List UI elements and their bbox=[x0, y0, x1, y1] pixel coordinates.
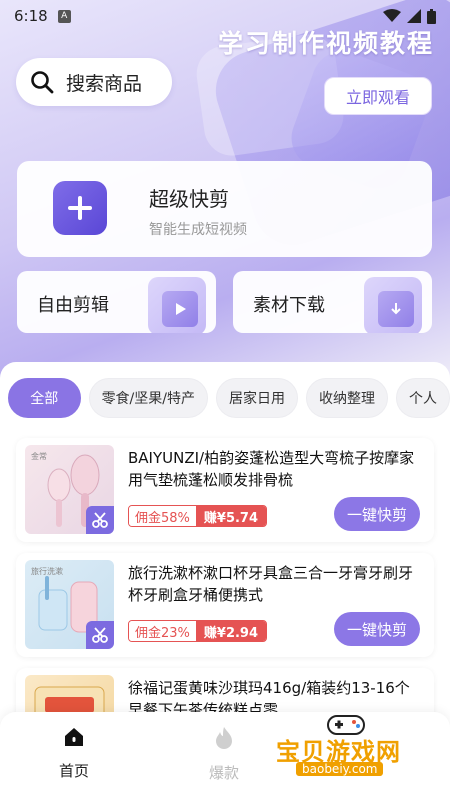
material-download-label: 素材下载 bbox=[253, 295, 325, 316]
scissors-icon bbox=[86, 621, 114, 649]
chip-storage[interactable]: 收纳整理 bbox=[306, 378, 388, 418]
product-card[interactable]: 金常 BAIYUNZI/柏韵姿蓬松造型大弯梳子按摩家用气垫梳蓬松顺发排骨梳 佣金… bbox=[16, 438, 434, 542]
flame-icon bbox=[216, 727, 232, 749]
product-title: 旅行洗漱杯漱口杯牙具盒三合一牙膏牙刷牙杯牙刷盒牙桶便携式 bbox=[128, 564, 414, 604]
card-title: 超级快剪 bbox=[149, 187, 229, 211]
search-bar[interactable]: 搜索商品 bbox=[16, 58, 172, 106]
commission-badge: 佣金23% 赚¥2.94 bbox=[128, 620, 268, 642]
card-subtitle: 智能生成短视频 bbox=[149, 222, 247, 238]
quick-cut-button[interactable]: 一键快剪 bbox=[334, 497, 420, 531]
super-quick-cut-card[interactable]: 超级快剪 智能生成短视频 bbox=[17, 161, 432, 257]
status-time: 6:18 bbox=[14, 7, 48, 25]
free-edit-label: 自由剪辑 bbox=[37, 295, 109, 316]
download-icon bbox=[378, 291, 414, 327]
tab-hot-label: 爆款 bbox=[208, 764, 239, 782]
product-card[interactable]: 旅行洗漱 旅行洗漱杯漱口杯牙具盒三合一牙膏牙刷牙杯牙刷盒牙桶便携式 佣金23% … bbox=[16, 553, 434, 657]
free-edit-card[interactable]: 自由剪辑 bbox=[17, 271, 216, 333]
wifi-icon bbox=[383, 9, 401, 22]
notification-icon: A bbox=[57, 9, 71, 23]
scissors-icon bbox=[86, 506, 114, 534]
material-download-card[interactable]: 素材下载 bbox=[233, 271, 432, 333]
watch-now-button[interactable]: 立即观看 bbox=[324, 77, 432, 115]
signal-icon bbox=[407, 9, 421, 23]
tab-home-label: 首页 bbox=[58, 762, 89, 780]
play-icon bbox=[162, 291, 198, 327]
earn-amount: 赚¥5.74 bbox=[195, 506, 267, 526]
search-icon bbox=[31, 71, 54, 94]
battery-icon bbox=[427, 8, 436, 24]
product-image[interactable]: 旅行洗漱 bbox=[25, 560, 114, 649]
earn-amount: 赚¥2.94 bbox=[195, 621, 267, 641]
chip-snacks[interactable]: 零食/坚果/特产 bbox=[88, 378, 208, 418]
home-icon bbox=[65, 728, 83, 746]
watermark-url: baobeiy.com bbox=[296, 762, 384, 776]
tab-hot[interactable]: 爆款 bbox=[184, 726, 264, 783]
site-watermark: 宝贝游戏网 baobeiy.com bbox=[276, 715, 426, 782]
chip-personal[interactable]: 个人 bbox=[396, 378, 450, 418]
chip-all[interactable]: 全部 bbox=[8, 378, 81, 418]
commission-rate: 佣金58% bbox=[129, 506, 196, 526]
plus-icon bbox=[53, 181, 107, 235]
quick-cut-button[interactable]: 一键快剪 bbox=[334, 612, 420, 646]
commission-badge: 佣金58% 赚¥5.74 bbox=[128, 505, 268, 527]
commission-rate: 佣金23% bbox=[129, 621, 196, 641]
banner-title: 学习制作视频教程 bbox=[217, 29, 434, 58]
tab-home[interactable]: 首页 bbox=[34, 726, 114, 781]
product-title: BAIYUNZI/柏韵姿蓬松造型大弯梳子按摩家用气垫梳蓬松顺发排骨梳 bbox=[128, 449, 415, 489]
chip-household[interactable]: 居家日用 bbox=[216, 378, 298, 418]
product-image[interactable]: 金常 bbox=[25, 445, 114, 534]
category-chips: 全部 零食/坚果/特产 居家日用 收纳整理 个人 bbox=[8, 378, 450, 420]
search-placeholder: 搜索商品 bbox=[66, 72, 143, 95]
